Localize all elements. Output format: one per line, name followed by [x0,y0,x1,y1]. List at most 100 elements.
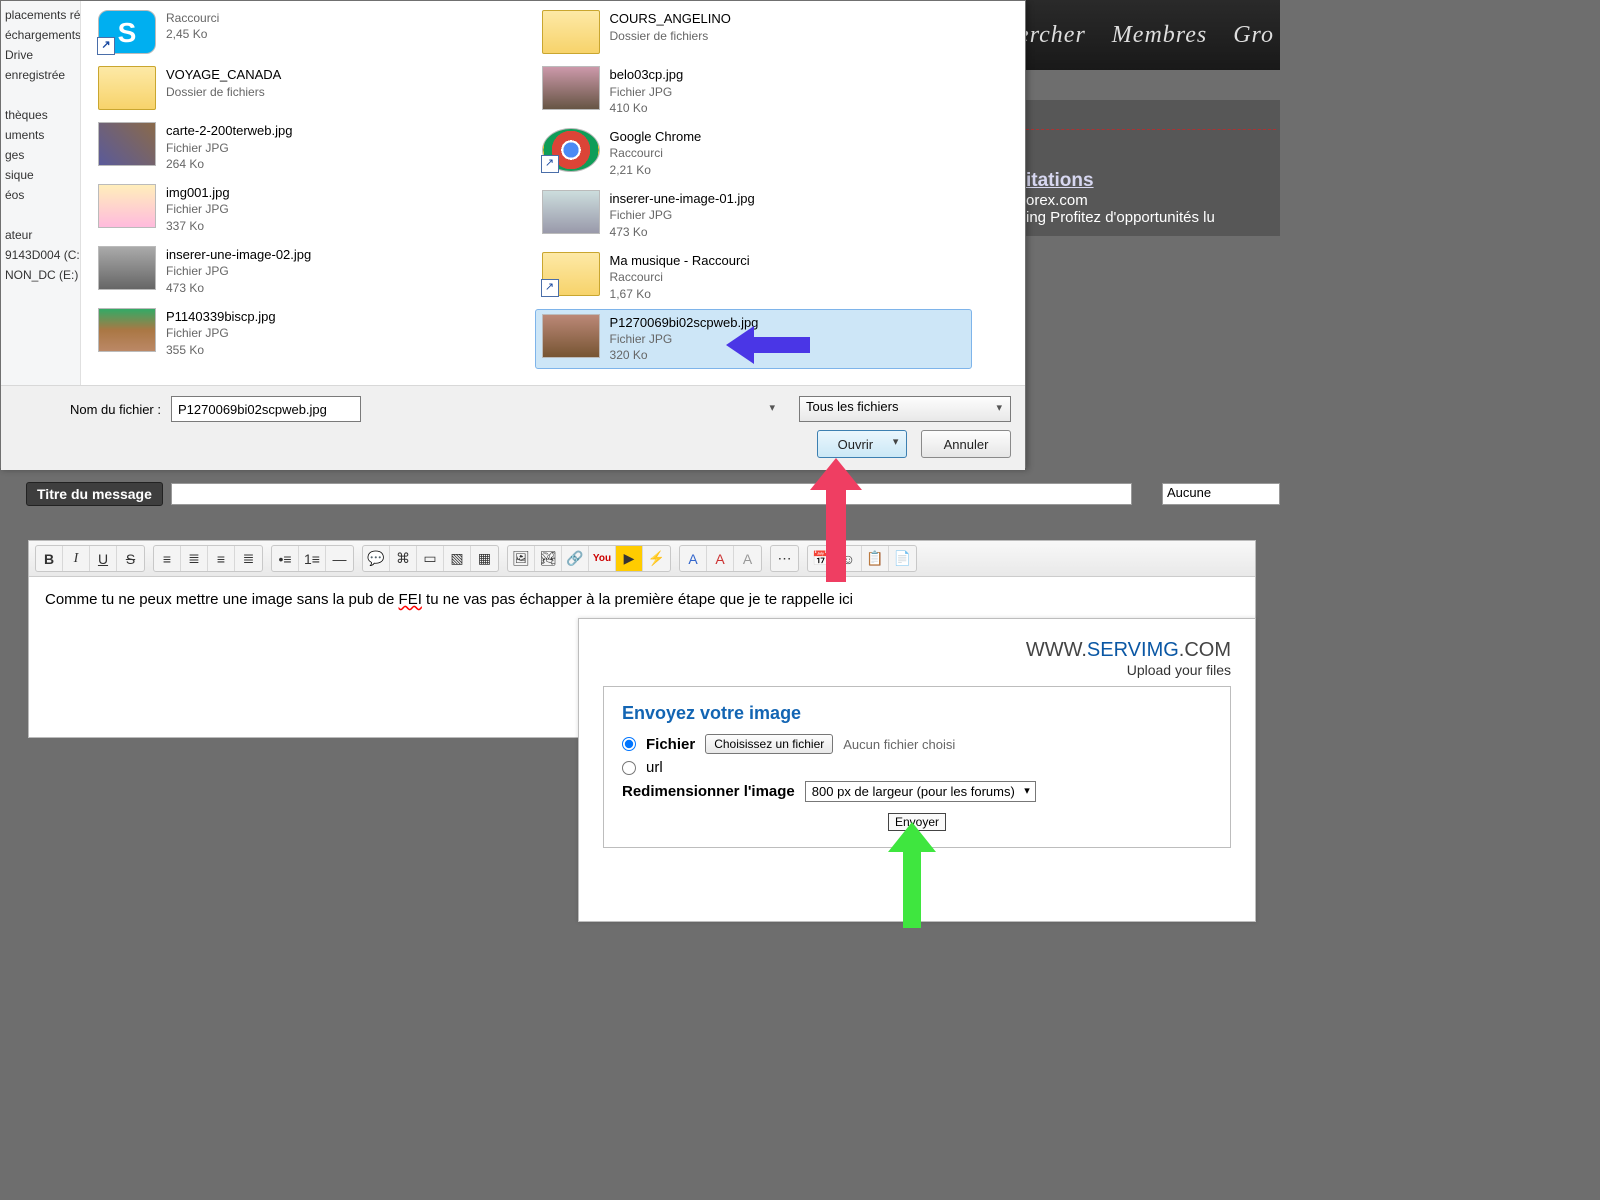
file-item[interactable]: belo03cp.jpgFichier JPG410 Ko [535,61,973,121]
strike-button[interactable]: S [117,546,144,571]
more-button[interactable]: ⋯ [771,546,798,571]
align-left-button[interactable]: ≡ [154,546,181,571]
file-type: Fichier JPG [610,207,755,223]
file-size: 264 Ko [166,156,292,172]
file-size: 2,21 Ko [610,162,702,178]
hidden-button[interactable]: ▧ [444,546,471,571]
list-ul-button[interactable]: •≡ [272,546,299,571]
servimg-tagline: Upload your files [603,662,1231,678]
source-url-radio[interactable] [622,761,636,775]
dialog-sidebar[interactable]: placements rééchargementsDriveenregistré… [1,1,81,385]
file-item[interactable]: Ma musique - RaccourciRaccourci1,67 Ko [535,247,973,307]
align-right-button[interactable]: ≡ [208,546,235,571]
bold-button[interactable]: B [36,546,63,571]
file-item[interactable]: inserer-une-image-01.jpgFichier JPG473 K… [535,185,973,245]
ad-line1: orex.com [1026,192,1276,209]
file-size: 473 Ko [166,280,311,296]
insert-image-button[interactable]: 🏞 [535,546,562,571]
choose-file-button[interactable]: Choisissez un fichier [705,734,833,754]
host-image-button[interactable]: 🖼 [508,546,535,571]
file-thumb-icon [542,314,600,358]
sidebar-item[interactable]: thèques [3,105,78,125]
ad-line2: ing Profitez d'opportunités lu [1026,209,1276,226]
editor-toolbar: B I U S ≡ ≣ ≡ ≣ •≡ 1≡ — 💬 ⌘ ▭ ▧ ▦ 🖼 🏞 🔗 … [29,541,1255,577]
sidebar-item[interactable]: enregistrée [3,65,78,85]
file-size: 1,67 Ko [610,286,750,302]
file-type: Fichier JPG [166,140,292,156]
sidebar-item[interactable]: 9143D004 (C: [3,245,78,265]
sidebar-item[interactable]: échargements [3,25,78,45]
cancel-button[interactable]: Annuler [921,430,1011,458]
file-open-dialog: placements rééchargementsDriveenregistré… [0,0,1026,468]
file-type-filter[interactable]: Tous les fichiers [799,396,1011,422]
file-size: 337 Ko [166,218,230,234]
message-title-input[interactable] [171,483,1132,505]
resize-select[interactable]: 800 px de largeur (pour les forums) [805,781,1036,802]
link-button[interactable]: 🔗 [562,546,589,571]
file-item[interactable]: COURS_ANGELINODossier de fichiers [535,5,973,59]
file-item[interactable]: Google ChromeRaccourci2,21 Ko [535,123,973,183]
sidebar-item[interactable]: uments [3,125,78,145]
message-title-select[interactable]: Aucune [1162,483,1280,505]
sidebar-item[interactable] [3,205,78,225]
nav-members[interactable]: Membres [1112,22,1207,49]
table-button[interactable]: ▦ [471,546,498,571]
paste-button[interactable]: 📋 [862,546,889,571]
sidebar-item[interactable]: placements ré [3,5,78,25]
italic-button[interactable]: I [63,546,90,571]
file-name: VOYAGE_CANADA [166,66,281,84]
nav-groups[interactable]: Gro [1233,22,1274,49]
file-thumb-icon [98,66,156,110]
sidebar-item[interactable]: Drive [3,45,78,65]
font-size-button[interactable]: A [680,546,707,571]
file-name: P1140339biscp.jpg [166,308,276,326]
file-size: 2,45 Ko [166,26,219,42]
file-thumb-icon [542,66,600,110]
file-item[interactable]: VOYAGE_CANADADossier de fichiers [91,61,529,115]
font-color-button[interactable]: A [707,546,734,571]
annotation-arrow-red [810,458,862,582]
code-button[interactable]: ⌘ [390,546,417,571]
file-type: Fichier JPG [166,201,230,217]
sidebar-item[interactable]: ateur [3,225,78,245]
file-name: COURS_ANGELINO [610,10,731,28]
sidebar-item[interactable]: sique [3,165,78,185]
file-thumb-icon [98,184,156,228]
source-file-radio[interactable] [622,737,636,751]
file-item[interactable]: carte-2-200terweb.jpgFichier JPG264 Ko [91,117,529,177]
hr-button[interactable]: — [326,546,353,571]
youtube-button[interactable]: You [589,546,616,571]
dailymotion-button[interactable]: ▶ [616,546,643,571]
file-thumb-icon [542,190,600,234]
underline-button[interactable]: U [90,546,117,571]
flash-button[interactable]: ⚡ [643,546,670,571]
align-center-button[interactable]: ≣ [181,546,208,571]
forum-header-nav: Rechercher Membres Gro [1020,0,1280,70]
file-size: 473 Ko [610,224,755,240]
file-type: Dossier de fichiers [166,84,281,100]
file-thumb-icon [98,246,156,290]
file-thumb-icon: S [98,10,156,54]
file-item[interactable]: SRaccourci2,45 Ko [91,5,529,59]
font-family-button[interactable]: A [734,546,761,571]
file-name: Google Chrome [610,128,702,146]
sidebar-item[interactable] [3,85,78,105]
clipboard-button[interactable]: 📄 [889,546,916,571]
file-item[interactable]: P1140339biscp.jpgFichier JPG355 Ko [91,303,529,363]
file-item[interactable]: img001.jpgFichier JPG337 Ko [91,179,529,239]
align-justify-button[interactable]: ≣ [235,546,262,571]
annotation-arrow-green [888,822,936,928]
open-button[interactable]: Ouvrir [817,430,907,458]
spoiler-button[interactable]: ▭ [417,546,444,571]
file-list-area[interactable]: SRaccourci2,45 KoVOYAGE_CANADADossier de… [81,1,1025,385]
sidebar-item[interactable]: ges [3,145,78,165]
list-ol-button[interactable]: 1≡ [299,546,326,571]
quote-button[interactable]: 💬 [363,546,390,571]
filename-input[interactable] [171,396,361,422]
file-item[interactable]: inserer-une-image-02.jpgFichier JPG473 K… [91,241,529,301]
file-thumb-icon [542,10,600,54]
sidebar-item[interactable]: éos [3,185,78,205]
sidebar-item[interactable]: NON_DC (E:) [3,265,78,285]
file-thumb-icon [98,122,156,166]
ad-title[interactable]: itations [1026,170,1094,191]
